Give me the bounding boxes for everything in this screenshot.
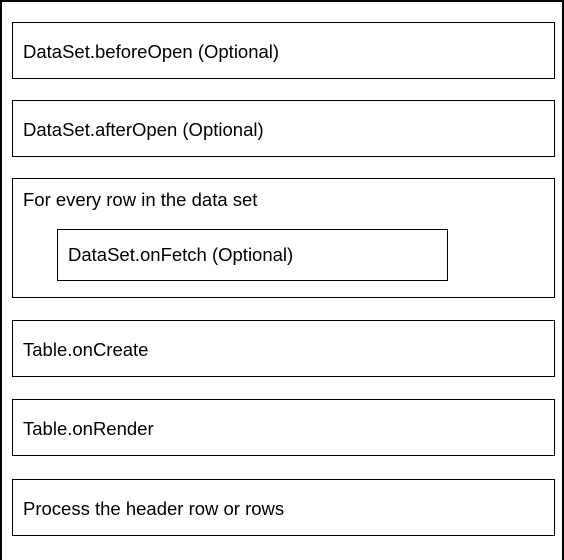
step-table-on-create: Table.onCreate: [12, 320, 555, 377]
step-on-fetch: DataSet.onFetch (Optional): [57, 229, 448, 281]
step-table-on-render: Table.onRender: [12, 399, 555, 456]
step-label: DataSet.onFetch (Optional): [68, 244, 294, 265]
step-process-header: Process the header row or rows: [12, 479, 555, 536]
step-row-loop: For every row in the data set DataSet.on…: [12, 178, 555, 298]
step-after-open: DataSet.afterOpen (Optional): [12, 100, 555, 157]
step-label: For every row in the data set: [23, 189, 258, 210]
step-before-open: DataSet.beforeOpen (Optional): [12, 22, 555, 79]
step-label: Process the header row or rows: [23, 498, 285, 519]
step-label: Table.onRender: [23, 418, 154, 439]
step-label: DataSet.beforeOpen (Optional): [23, 41, 280, 62]
step-label: Table.onCreate: [23, 339, 149, 360]
step-label: DataSet.afterOpen (Optional): [23, 119, 264, 140]
